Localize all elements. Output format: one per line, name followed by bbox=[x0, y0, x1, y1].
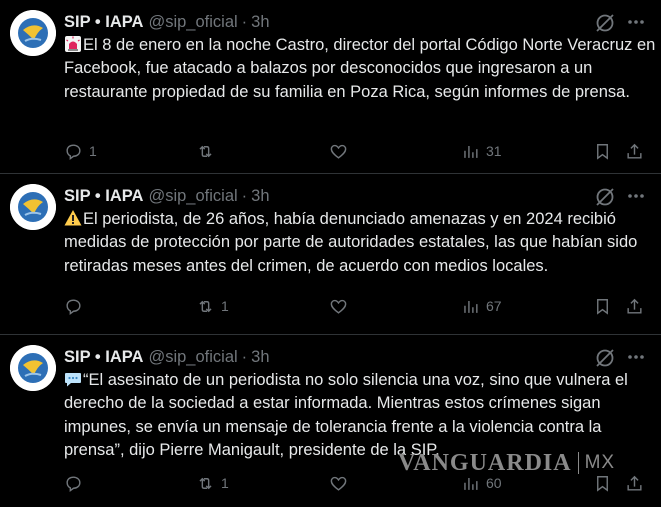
avatar[interactable] bbox=[10, 345, 56, 391]
reply-button[interactable]: 1 bbox=[64, 139, 97, 163]
reply-icon bbox=[66, 143, 81, 160]
sip-logo-icon bbox=[10, 10, 56, 56]
heart-icon bbox=[330, 144, 347, 159]
reply-button[interactable] bbox=[64, 294, 89, 318]
action-bar: 1 67 bbox=[64, 294, 656, 318]
repost-count: 1 bbox=[221, 298, 229, 314]
timestamp[interactable]: 3h bbox=[251, 348, 269, 367]
more-options-icon[interactable] bbox=[624, 11, 648, 33]
tweet-header: SIP • IAPA @sip_oficial · 3h bbox=[64, 11, 270, 33]
author-name[interactable]: SIP • IAPA bbox=[64, 187, 143, 206]
timestamp[interactable]: 3h bbox=[251, 187, 269, 206]
bookmark-icon bbox=[597, 298, 608, 315]
watermark-suffix: MX bbox=[584, 452, 616, 473]
tweet-text: El 8 de enero en la noche Castro, direct… bbox=[64, 34, 656, 104]
separator-dot: · bbox=[241, 12, 248, 31]
more-options-icon[interactable] bbox=[624, 346, 648, 368]
author-name[interactable]: SIP • IAPA bbox=[64, 348, 143, 367]
view-count: 31 bbox=[486, 143, 502, 159]
tweet[interactable]: SIP • IAPA @sip_oficial · 3h El periodis… bbox=[0, 174, 661, 334]
repost-count: 1 bbox=[221, 475, 229, 491]
tweet-text: El periodista, de 26 años, había denunci… bbox=[64, 208, 656, 278]
repost-icon bbox=[199, 477, 212, 489]
like-button[interactable] bbox=[329, 471, 354, 495]
heart-icon bbox=[330, 476, 347, 491]
tweet-body: El 8 de enero en la noche Castro, direct… bbox=[64, 36, 656, 101]
timeline-feed: SIP • IAPA @sip_oficial · 3h El 8 de ene… bbox=[0, 0, 661, 507]
share-icon bbox=[627, 475, 642, 491]
separator-dot: · bbox=[241, 347, 248, 366]
action-bar: 1 31 bbox=[64, 139, 656, 163]
author-handle[interactable]: @sip_oficial bbox=[148, 187, 237, 206]
watermark-separator bbox=[577, 452, 579, 474]
more-options-icon[interactable] bbox=[624, 185, 648, 207]
warning-icon bbox=[64, 209, 82, 227]
share-button[interactable] bbox=[625, 294, 644, 318]
repost-button[interactable] bbox=[196, 139, 221, 163]
timestamp[interactable]: 3h bbox=[251, 13, 269, 32]
share-icon bbox=[627, 143, 642, 159]
bookmark-button[interactable] bbox=[593, 294, 612, 318]
like-button[interactable] bbox=[329, 139, 354, 163]
views-button[interactable]: 31 bbox=[461, 139, 502, 163]
repost-icon bbox=[199, 145, 212, 157]
analytics-icon bbox=[464, 145, 478, 158]
grok-icon[interactable] bbox=[594, 186, 616, 208]
heart-icon bbox=[330, 299, 347, 314]
views-button[interactable]: 67 bbox=[461, 294, 502, 318]
share-button[interactable] bbox=[625, 139, 644, 163]
view-count: 60 bbox=[486, 475, 502, 491]
bookmark-icon bbox=[597, 143, 608, 160]
view-count: 67 bbox=[486, 298, 502, 314]
grok-icon[interactable] bbox=[594, 347, 616, 369]
like-button[interactable] bbox=[329, 294, 354, 318]
avatar[interactable] bbox=[10, 10, 56, 56]
author-handle[interactable]: @sip_oficial bbox=[148, 348, 237, 367]
share-button[interactable] bbox=[625, 471, 644, 495]
reply-icon bbox=[66, 298, 81, 315]
speech-balloon-icon bbox=[64, 370, 82, 388]
tweet[interactable]: SIP • IAPA @sip_oficial · 3h El 8 de ene… bbox=[0, 0, 661, 173]
rotating-light-icon bbox=[64, 35, 82, 53]
tweet-body: El periodista, de 26 años, había denunci… bbox=[64, 210, 638, 275]
grok-icon[interactable] bbox=[594, 12, 616, 34]
repost-button[interactable]: 1 bbox=[196, 471, 229, 495]
author-name[interactable]: SIP • IAPA bbox=[64, 13, 143, 32]
separator-dot: · bbox=[241, 186, 248, 205]
avatar[interactable] bbox=[10, 184, 56, 230]
tweet-body: “El asesinato de un periodista no solo s… bbox=[64, 371, 628, 459]
reply-count: 1 bbox=[89, 143, 97, 159]
repost-button[interactable]: 1 bbox=[196, 294, 229, 318]
share-icon bbox=[627, 298, 642, 314]
sip-logo-icon bbox=[10, 184, 56, 230]
watermark-brand: VANGUARDIA bbox=[398, 449, 572, 476]
tweet[interactable]: SIP • IAPA @sip_oficial · 3h “El asesina… bbox=[0, 335, 661, 507]
tweet-header: SIP • IAPA @sip_oficial · 3h bbox=[64, 346, 270, 368]
repost-icon bbox=[199, 300, 212, 312]
tweet-header: SIP • IAPA @sip_oficial · 3h bbox=[64, 185, 270, 207]
vanguardia-watermark: VANGUARDIA MX bbox=[398, 449, 615, 477]
author-handle[interactable]: @sip_oficial bbox=[148, 13, 237, 32]
reply-button[interactable] bbox=[64, 471, 89, 495]
sip-logo-icon bbox=[10, 345, 56, 391]
analytics-icon bbox=[464, 300, 478, 313]
bookmark-button[interactable] bbox=[593, 139, 612, 163]
reply-icon bbox=[66, 475, 81, 492]
